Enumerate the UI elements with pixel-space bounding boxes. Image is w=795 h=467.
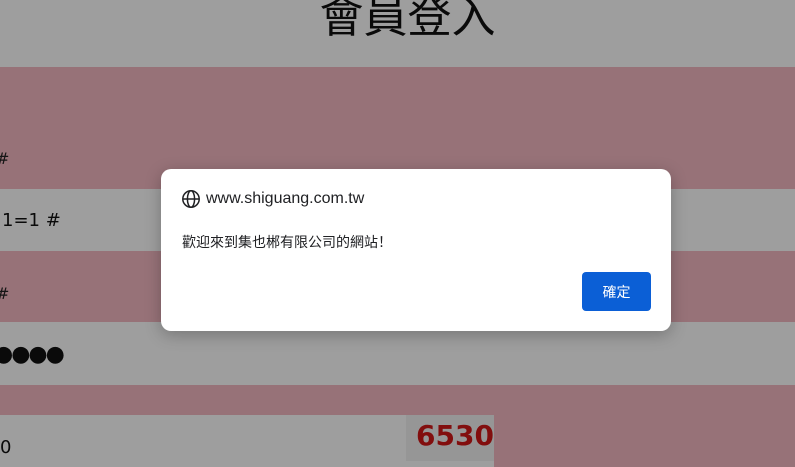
- dialog-message: 歡迎來到集也郴有限公司的網站！: [182, 235, 392, 251]
- ok-button[interactable]: 確定: [582, 272, 651, 311]
- login-page: 會員登入 # 1=1 # # ●●●● 0 6530 www.shiguang.…: [0, 0, 795, 467]
- alert-dialog: www.shiguang.com.tw 歡迎來到集也郴有限公司的網站！ 確定: [161, 169, 671, 331]
- dialog-origin: www.shiguang.com.tw: [181, 189, 364, 209]
- dialog-origin-text: www.shiguang.com.tw: [206, 190, 365, 207]
- globe-icon: [182, 190, 200, 208]
